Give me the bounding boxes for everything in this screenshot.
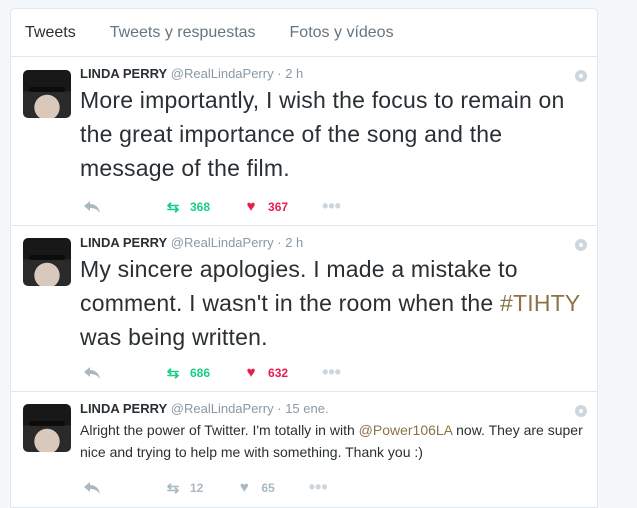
like-count[interactable]: 367 bbox=[268, 200, 288, 214]
more-icon[interactable]: ••• bbox=[309, 477, 328, 498]
user-handle[interactable]: @RealLindaPerry bbox=[171, 235, 274, 250]
retweet-icon[interactable]: ⇆ bbox=[163, 198, 183, 216]
tweet-item[interactable]: LINDA PERRY @RealLindaPerry · 15 ene. Al… bbox=[11, 392, 597, 507]
avatar[interactable] bbox=[23, 70, 71, 118]
tab-tweets[interactable]: Tweets bbox=[25, 11, 76, 55]
heart-icon[interactable]: ♥ bbox=[236, 479, 252, 496]
tab-photos-videos[interactable]: Fotos y vídeos bbox=[290, 11, 394, 55]
profile-tabs: Tweets Tweets y respuestas Fotos y vídeo… bbox=[11, 9, 597, 57]
retweet-count[interactable]: 12 bbox=[190, 481, 203, 495]
time-separator: · bbox=[277, 66, 282, 81]
tweet-header: LINDA PERRY @RealLindaPerry · 2 h bbox=[80, 235, 303, 250]
time-separator: · bbox=[277, 235, 282, 250]
tweet-text: More importantly, I wish the focus to re… bbox=[80, 87, 565, 181]
timestamp[interactable]: 2 h bbox=[285, 235, 303, 250]
tweet-header: LINDA PERRY @RealLindaPerry · 2 h bbox=[80, 66, 303, 81]
retweet-count[interactable]: 368 bbox=[190, 200, 210, 214]
tweet-text-part: My sincere apologies. I made a mistake t… bbox=[80, 256, 518, 316]
tweet-header: LINDA PERRY @RealLindaPerry · 15 ene. bbox=[80, 401, 329, 416]
retweet-icon[interactable]: ⇆ bbox=[163, 364, 183, 382]
timestamp[interactable]: 2 h bbox=[285, 66, 303, 81]
tweet-actions: ⇆ 686 ♥ 632 ••• bbox=[83, 362, 341, 383]
timestamp[interactable]: 15 ene. bbox=[285, 401, 328, 416]
caret-icon[interactable] bbox=[575, 239, 587, 251]
more-icon[interactable]: ••• bbox=[322, 196, 341, 217]
caret-icon[interactable] bbox=[575, 70, 587, 82]
like-count[interactable]: 632 bbox=[268, 366, 288, 380]
mention-link[interactable]: @Power106LA bbox=[359, 422, 453, 438]
tweet-text: Alright the power of Twitter. I'm totall… bbox=[80, 419, 588, 463]
profile-timeline: Tweets Tweets y respuestas Fotos y vídeo… bbox=[10, 8, 598, 508]
tweet-item[interactable]: LINDA PERRY @RealLindaPerry · 2 h My sin… bbox=[11, 226, 597, 392]
avatar[interactable] bbox=[23, 238, 71, 286]
display-name[interactable]: LINDA PERRY bbox=[80, 235, 167, 250]
reply-icon[interactable] bbox=[83, 200, 101, 214]
user-handle[interactable]: @RealLindaPerry bbox=[171, 66, 274, 81]
like-count[interactable]: 65 bbox=[261, 481, 274, 495]
display-name[interactable]: LINDA PERRY bbox=[80, 401, 167, 416]
tweet-text-part: was being written. bbox=[80, 324, 268, 350]
retweet-count[interactable]: 686 bbox=[190, 366, 210, 380]
more-icon[interactable]: ••• bbox=[322, 362, 341, 383]
tweet-item[interactable]: LINDA PERRY @RealLindaPerry · 2 h More i… bbox=[11, 57, 597, 226]
tab-tweets-and-replies[interactable]: Tweets y respuestas bbox=[110, 11, 256, 55]
heart-icon[interactable]: ♥ bbox=[243, 198, 259, 215]
reply-icon[interactable] bbox=[83, 481, 101, 495]
display-name[interactable]: LINDA PERRY bbox=[80, 66, 167, 81]
tweet-text: My sincere apologies. I made a mistake t… bbox=[80, 252, 580, 354]
caret-icon[interactable] bbox=[575, 405, 587, 417]
avatar[interactable] bbox=[23, 404, 71, 452]
time-separator: · bbox=[277, 401, 282, 416]
user-handle[interactable]: @RealLindaPerry bbox=[171, 401, 274, 416]
tweet-actions: ⇆ 12 ♥ 65 ••• bbox=[83, 477, 328, 498]
reply-icon[interactable] bbox=[83, 366, 101, 380]
heart-icon[interactable]: ♥ bbox=[243, 364, 259, 381]
tweet-actions: ⇆ 368 ♥ 367 ••• bbox=[83, 196, 341, 217]
hashtag-link[interactable]: #TIHTY bbox=[500, 290, 580, 316]
tweet-text-part: Alright the power of Twitter. I'm totall… bbox=[80, 422, 359, 438]
retweet-icon[interactable]: ⇆ bbox=[163, 479, 183, 497]
